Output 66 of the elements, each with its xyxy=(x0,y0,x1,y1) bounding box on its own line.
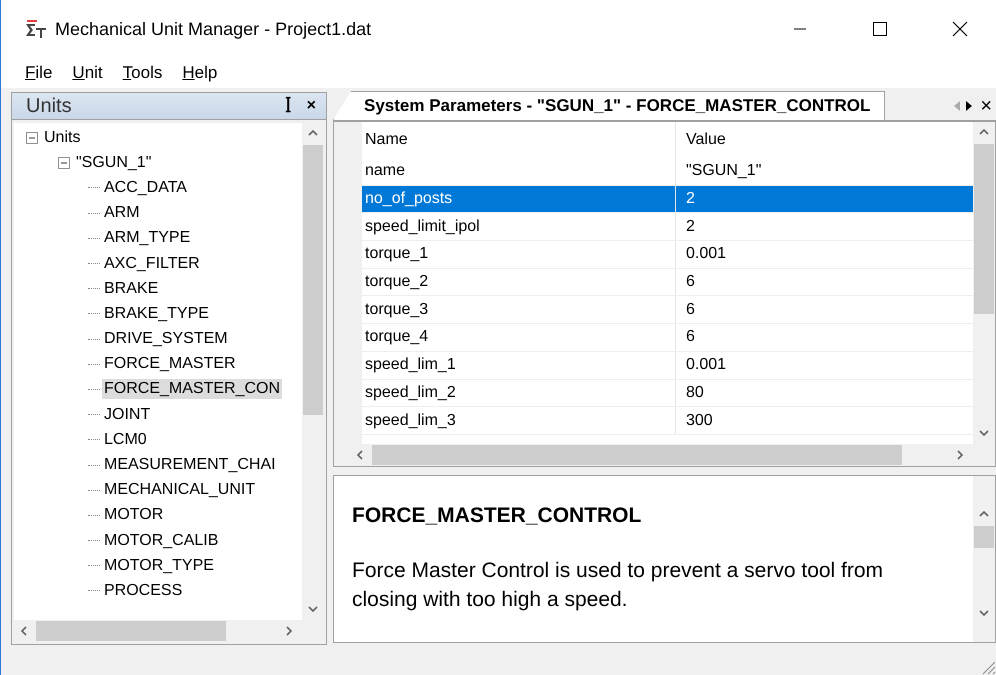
tree-item[interactable]: FORCE_MASTER xyxy=(102,354,238,374)
table-cell-text: no_of_posts xyxy=(364,189,454,210)
tree-item[interactable]: ARM xyxy=(102,203,142,224)
panel-title: Units xyxy=(26,94,73,118)
vertical-scrollbar[interactable] xyxy=(973,122,995,444)
close-icon[interactable] xyxy=(952,21,968,37)
grid-row[interactable]: torque_4 6 xyxy=(362,324,973,352)
collapse-icon[interactable] xyxy=(26,132,38,144)
scroll-thumb[interactable] xyxy=(974,144,994,314)
tree-item[interactable]: PROCESS xyxy=(102,580,184,601)
tree-item[interactable]: MEASUREMENT_CHAI xyxy=(102,455,278,476)
tree-item[interactable]: Units xyxy=(42,128,82,148)
tree-item[interactable]: MOTOR_TYPE xyxy=(102,556,216,576)
tree-item[interactable]: BRAKE xyxy=(102,278,160,299)
scroll-thumb[interactable] xyxy=(36,621,226,641)
tree-item[interactable]: JOINT xyxy=(102,404,152,425)
table-cell-text: torque_1 xyxy=(364,244,430,264)
maximize-icon[interactable] xyxy=(873,22,887,36)
tree-item[interactable]: BRAKE_TYPE xyxy=(102,304,211,324)
grid-row[interactable]: speed_lim_2 80 xyxy=(362,380,973,408)
horizontal-scrollbar[interactable] xyxy=(334,444,995,466)
description-text: Force Master Control is used to prevent a servo tool from closing with too high a speed. xyxy=(352,558,884,613)
table-cell-text: speed_lim_1 xyxy=(364,355,457,376)
tree-item[interactable]: MOTOR xyxy=(102,505,166,526)
table-cell-text: torque_2 xyxy=(364,272,430,292)
grid-row[interactable]: no_of_posts 2 xyxy=(362,186,973,214)
grid-row[interactable]: speed_lim_1 0.001 xyxy=(362,352,973,380)
table-cell-text: torque_3 xyxy=(364,300,430,320)
grid-row[interactable]: torque_2 6 xyxy=(362,268,973,296)
grid-row[interactable]: speed_lim_3 300 xyxy=(362,407,973,435)
tree-item[interactable]: MECHANICAL_UNIT xyxy=(102,480,258,500)
tab-right-icon[interactable] xyxy=(964,100,974,112)
vertical-scrollbar[interactable] xyxy=(302,123,324,620)
tree-item[interactable]: MOTOR_CALIB xyxy=(102,530,220,551)
vertical-scrollbar[interactable] xyxy=(973,476,995,642)
table-cell-text: speed_lim_3 xyxy=(364,410,457,431)
scroll-thumb[interactable] xyxy=(303,145,323,415)
tree-item[interactable]: AXC_FILTER xyxy=(102,254,202,274)
menu-item[interactable]: File xyxy=(17,61,60,85)
close-tab-button[interactable]: × xyxy=(976,94,996,118)
scroll-thumb[interactable] xyxy=(372,445,902,465)
collapse-icon[interactable] xyxy=(58,156,70,169)
close-panel-button[interactable]: × xyxy=(304,97,318,115)
app-icon xyxy=(25,20,47,38)
tree-item[interactable]: ACC_DATA xyxy=(102,178,189,198)
tree-item[interactable]: ARM_TYPE xyxy=(102,228,192,248)
tree-item[interactable]: "SGUN_1" xyxy=(74,152,154,173)
table-cell-text: name xyxy=(364,161,406,182)
tree-item[interactable]: DRIVE_SYSTEM xyxy=(102,329,230,350)
pin-button[interactable]: ꟾ xyxy=(284,95,293,117)
tree-item[interactable]: FORCE_MASTER_CON xyxy=(102,379,282,400)
menu-item[interactable]: Tools xyxy=(114,61,170,85)
window-title: Mechanical Unit Manager - Project1.dat xyxy=(55,18,372,40)
table-cell-text: torque_4 xyxy=(364,327,430,348)
table-cell-text: speed_limit_ipol xyxy=(364,216,481,237)
document-tab[interactable]: System Parameters - "SGUN_1" - FORCE_MASTER_CONTROL xyxy=(333,91,886,120)
menu-item[interactable]: Help xyxy=(174,61,226,85)
scroll-thumb[interactable] xyxy=(974,526,994,548)
menu-item[interactable]: Unit xyxy=(64,61,111,85)
grid-row[interactable]: torque_1 0.001 xyxy=(362,241,973,269)
description-heading: FORCE_MASTER_CONTROL xyxy=(352,504,642,528)
table-cell-text: speed_lim_2 xyxy=(364,382,457,403)
column-header[interactable]: Name xyxy=(362,122,675,158)
grid-row[interactable]: torque_3 6 xyxy=(362,296,973,324)
tree-item[interactable]: LCM0 xyxy=(102,430,149,450)
grid-row[interactable]: speed_limit_ipol 2 xyxy=(362,213,973,242)
